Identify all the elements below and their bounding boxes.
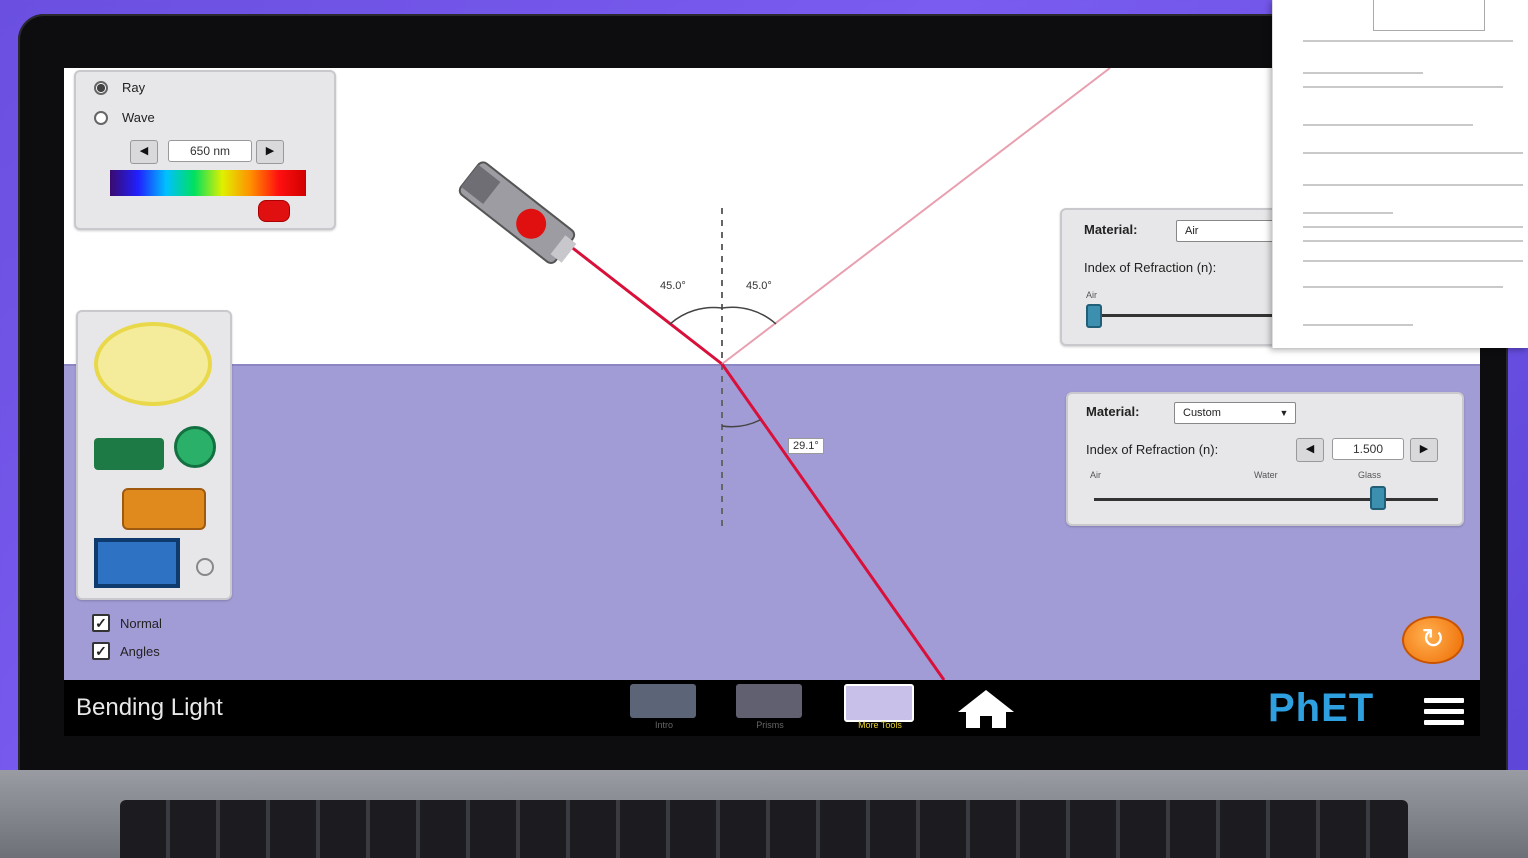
top-index-label: Index of Refraction (n): (1084, 260, 1217, 275)
angles-label: Angles (120, 643, 160, 659)
wave-sensor-tool[interactable] (94, 538, 180, 588)
index-field[interactable]: 1.500 (1332, 438, 1404, 460)
normal-label: Normal (120, 615, 162, 631)
worksheet-line (1303, 286, 1503, 288)
protractor-tool[interactable] (94, 322, 212, 406)
worksheet-line (1303, 40, 1513, 42)
more-tools-screen-label: More Tools (858, 720, 902, 730)
ray-option[interactable]: Ray (94, 80, 145, 95)
bottom-index-slider-thumb[interactable] (1370, 486, 1386, 510)
reflected-angle-label: 45.0° (746, 280, 772, 292)
top-material-select[interactable]: Air (1176, 220, 1286, 242)
laptop-keyboard (120, 800, 1408, 858)
ray-radio[interactable] (94, 80, 108, 95)
laser-pointer (458, 161, 577, 264)
normal-checkbox-row[interactable]: ✓ Normal (92, 614, 162, 632)
worksheet-line (1303, 86, 1503, 88)
worksheet-line (1303, 240, 1523, 242)
worksheet-line (1303, 324, 1413, 326)
ray-label: Ray (122, 80, 146, 95)
navigation-bar: Bending Light Intro Prisms More Tools Ph… (64, 680, 1480, 736)
worksheet-line (1303, 212, 1393, 214)
worksheet-line (1303, 124, 1473, 126)
worksheet-line (1303, 72, 1423, 74)
worksheet-line (1303, 260, 1523, 262)
wave-label: Wave (122, 110, 155, 125)
phet-logo[interactable]: PhET (1268, 686, 1374, 731)
time-sensor-tool[interactable] (122, 488, 206, 530)
intensity-meter-tool[interactable] (94, 438, 164, 470)
worksheet-document (1272, 0, 1528, 348)
index-decrement-button[interactable]: ◀ (1296, 438, 1324, 462)
intensity-sensor-icon[interactable] (174, 426, 216, 468)
refracted-angle-arc (721, 419, 761, 428)
bottom-material-dropdown-arrow[interactable]: ▼ (1276, 403, 1292, 423)
bottom-index-slider[interactable] (1094, 498, 1438, 501)
wavelength-field[interactable]: 650 nm (168, 140, 252, 162)
top-material-panel: Material: Air Index of Refraction (n): A… (1060, 208, 1294, 346)
reset-all-button[interactable]: ↻ (1402, 616, 1464, 664)
toolbox-panel (76, 310, 232, 600)
home-icon[interactable] (956, 688, 1016, 730)
bottom-slider-water-label: Water (1254, 470, 1278, 480)
prisms-screen-button[interactable] (736, 684, 802, 718)
wavelength-slider-thumb[interactable] (258, 200, 290, 222)
worksheet-figure (1373, 0, 1485, 31)
prisms-screen-label: Prisms (756, 720, 784, 730)
refracted-ray (720, 363, 946, 680)
reflected-angle-arc (721, 306, 777, 325)
worksheet-line (1303, 226, 1523, 228)
bottom-index-label: Index of Refraction (n): (1086, 442, 1219, 457)
hamburger-menu-icon[interactable] (1424, 698, 1464, 731)
bottom-material-panel: Material: Custom ▼ Index of Refraction (… (1066, 392, 1464, 526)
intro-screen-button[interactable] (630, 684, 696, 718)
incident-angle-arc (669, 306, 723, 325)
top-material-label: Material: (1084, 222, 1138, 237)
wavelength-spectrum-slider[interactable] (110, 170, 306, 196)
angles-checkbox-row[interactable]: ✓ Angles (92, 642, 160, 660)
intro-screen-label: Intro (654, 720, 673, 730)
simulation-screen: 45.0° 45.0° 29.1° Ray Wave ◀ 650 nm ▶ ✓ … (64, 68, 1480, 736)
incident-angle-label: 45.0° (660, 280, 686, 292)
light-settings-panel: Ray Wave ◀ 650 nm ▶ (74, 70, 336, 230)
wavelength-decrement-button[interactable]: ◀ (130, 140, 158, 164)
wavelength-increment-button[interactable]: ▶ (256, 140, 284, 164)
normal-checkbox[interactable]: ✓ (92, 614, 110, 632)
wave-radio[interactable] (94, 110, 108, 125)
bottom-material-label: Material: (1086, 404, 1140, 419)
wave-option[interactable]: Wave (94, 110, 155, 125)
reflected-ray (721, 68, 1111, 365)
top-slider-air-label: Air (1086, 290, 1097, 300)
sim-title: Bending Light (76, 694, 223, 721)
top-index-slider[interactable] (1088, 314, 1288, 317)
worksheet-line (1303, 152, 1523, 154)
worksheet-line (1303, 184, 1523, 186)
more-tools-screen-button[interactable] (844, 684, 914, 722)
refracted-angle-label: 29.1° (788, 438, 824, 454)
index-increment-button[interactable]: ▶ (1410, 438, 1438, 462)
bottom-slider-air-label: Air (1090, 470, 1101, 480)
top-index-slider-thumb[interactable] (1086, 304, 1102, 328)
bottom-slider-glass-label: Glass (1358, 470, 1382, 480)
angles-checkbox[interactable]: ✓ (92, 642, 110, 660)
probe-icon[interactable] (196, 558, 214, 576)
